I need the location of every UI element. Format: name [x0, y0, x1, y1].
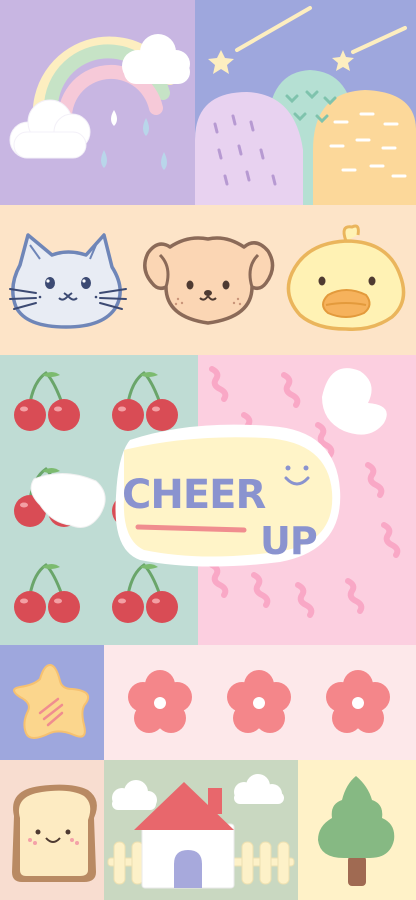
flowers-panel	[104, 645, 416, 760]
toast-icon	[12, 784, 97, 882]
rainbow-panel	[0, 0, 195, 205]
flower-icon	[326, 670, 390, 733]
house-panel	[104, 760, 298, 900]
tree-icon	[318, 776, 395, 886]
duckling-face-icon	[286, 224, 406, 331]
toast-panel	[0, 760, 104, 900]
cherry-icon	[12, 562, 82, 625]
puppy-face-icon	[143, 236, 275, 325]
star-panel	[0, 645, 104, 760]
cherry-icon	[12, 370, 82, 433]
shooting-star-icon	[208, 6, 312, 74]
cherry-icon	[110, 562, 180, 625]
cheer-up-wallpaper: CHEER UP	[0, 0, 416, 900]
cheer-up-badge: CHEER UP	[110, 420, 346, 570]
flower-icon	[128, 670, 192, 733]
hills-icon	[195, 70, 416, 205]
up-text: UP	[260, 519, 317, 563]
cloud-icon	[9, 99, 91, 159]
tree-panel	[298, 760, 416, 900]
raindrop-icon	[101, 110, 167, 170]
cat-face-icon	[9, 233, 127, 329]
cloud-icon	[112, 780, 157, 810]
hills-panel	[195, 0, 416, 205]
cloud-icon	[234, 774, 284, 804]
cheer-text: CHEER	[122, 472, 265, 518]
flower-icon	[227, 670, 291, 733]
animal-faces-panel	[0, 205, 416, 355]
star-icon	[13, 663, 90, 739]
shooting-star-icon	[332, 26, 407, 71]
